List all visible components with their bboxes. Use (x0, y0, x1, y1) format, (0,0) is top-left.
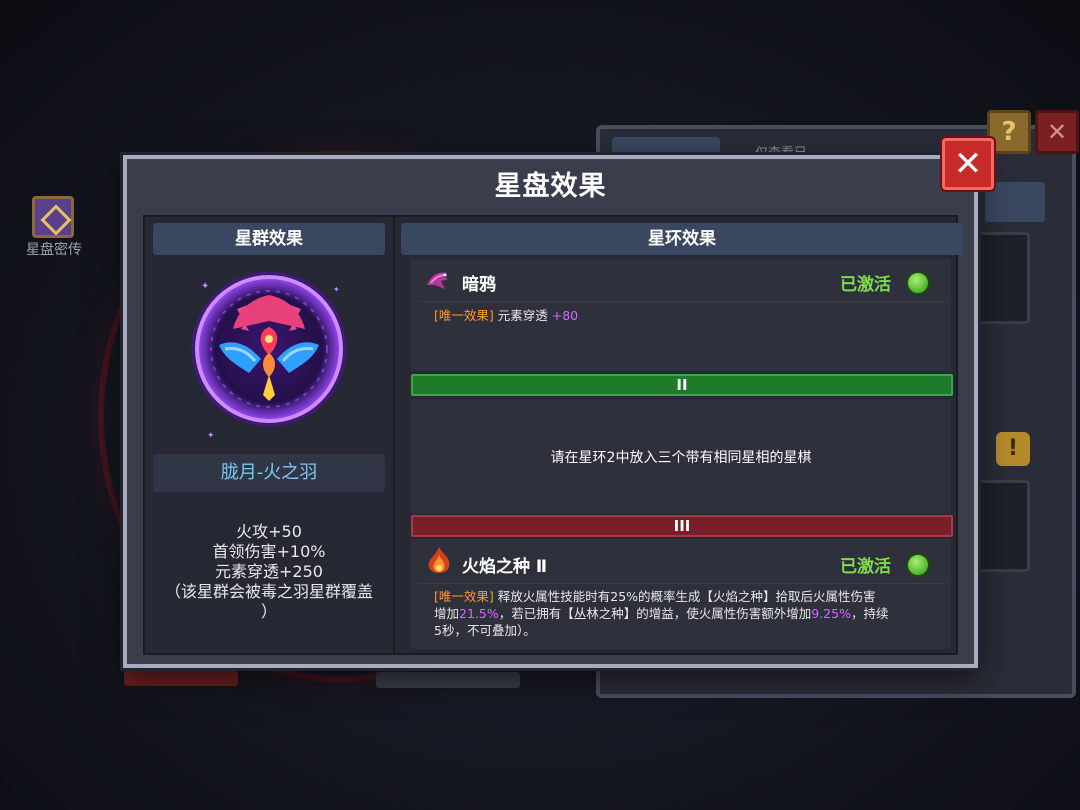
warning-icon: ! (996, 432, 1030, 466)
effect-text: 释放火属性技能时有25%的概率生成【火焰之种】拾取后火属性伤害 (497, 589, 876, 604)
modal-title: 星盘效果 (494, 171, 607, 202)
background-slot (978, 480, 1030, 572)
sparkle-icon: ✦ (207, 431, 215, 441)
background-box (985, 182, 1045, 222)
ring3-status: 已激活 (840, 557, 891, 577)
ring2-hint: 请在星环2中放入三个带有相同星相的星棋 (550, 450, 812, 466)
ring3-effect-name: 火焰之种 Ⅱ (462, 557, 548, 577)
stat-line: 首领伤害+10% (212, 542, 326, 561)
constellation-group-panel: 星群效果 ✦ ✦ ✦ 胧月-火之羽 火攻+50 首领伤害+10% 元素穿透+25… (145, 217, 395, 653)
modal-body: 星群效果 ✦ ✦ ✦ 胧月-火之羽 火攻+50 首领伤害+10% 元素穿透+25… (143, 215, 963, 655)
effect-text: 5秒，不可叠加）。 (434, 623, 536, 638)
constellation-group-header: 星群效果 (153, 223, 385, 255)
effect-text: 元素穿透 (497, 308, 548, 323)
unique-effect-tag: [唯一效果] (434, 308, 494, 323)
background-button (124, 670, 238, 686)
stat-line: 元素穿透+250 (215, 562, 323, 581)
flame-seed-icon (428, 547, 450, 573)
effect-text: ，若已拥有【丛林之种】的增益，使火属性伤害额外增加 (498, 606, 812, 621)
ring1-effect-name: 暗鸦 (462, 275, 496, 295)
ring3-effect-desc: [唯一效果] 释放火属性技能时有25%的概率生成【火焰之种】拾取后火属性伤害 增… (434, 588, 944, 639)
constellation-name: 胧月-火之羽 (153, 454, 385, 492)
sparkle-icon: ✦ (201, 281, 210, 292)
background-slot (978, 232, 1030, 324)
constellation-secret-label: 星盘密传 (26, 242, 82, 258)
ring1-effect-desc: [唯一效果] 元素穿透 +80 (434, 307, 578, 324)
divider (419, 583, 947, 584)
unique-effect-tag: [唯一效果] (434, 589, 494, 604)
sparkle-icon: ✦ (333, 285, 340, 294)
fire-feather-emblem-icon (191, 271, 347, 427)
dark-crow-icon (427, 272, 449, 289)
ring2-bar: II (411, 374, 953, 396)
constellation-stats: 火攻+50 首领伤害+10% 元素穿透+250 （该星群会被毒之羽星群覆盖 ） (145, 522, 393, 622)
effect-text: 增加 (434, 606, 460, 621)
constellation-secret-icon[interactable] (32, 196, 74, 238)
effect-text: ，持续 (850, 606, 889, 621)
constellation-effect-modal: 星盘效果 星群效果 ✦ ✦ ✦ 胧月-火之羽 火攻+50 首领伤害+10% 元素… (123, 155, 978, 668)
background-button (376, 672, 520, 688)
effect-value: 21.5% (459, 606, 499, 621)
star-ring-header: 星环效果 (401, 223, 963, 255)
close-button[interactable]: ✕ (942, 138, 994, 190)
stat-line: （该星群会被毒之羽星群覆盖 (164, 582, 373, 601)
divider (419, 301, 947, 302)
ring3-bar: III (411, 515, 953, 537)
stat-line: ） (260, 602, 277, 621)
effect-value: +80 (551, 308, 579, 323)
ring1-status: 已激活 (840, 275, 891, 295)
stat-line: 火攻+50 (236, 522, 302, 541)
star-ring-panel: 星环效果 暗鸦 已激活 [唯一效果] 元素穿透 +80 II 请在星环2中放入三… (401, 217, 963, 653)
active-indicator-icon (906, 271, 930, 295)
background-close-icon[interactable]: ✕ (1035, 110, 1079, 154)
active-indicator-icon (906, 553, 930, 577)
effect-value: 9.25% (811, 606, 851, 621)
